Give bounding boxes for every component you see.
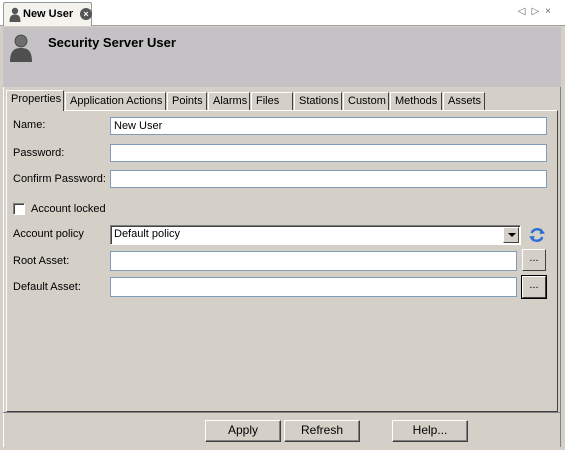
password-label: Password: bbox=[13, 147, 65, 159]
security-user-icon bbox=[10, 34, 32, 62]
close-tab-icon[interactable]: × bbox=[80, 8, 92, 20]
root-asset-browse-button[interactable]: ... bbox=[522, 249, 546, 271]
scroll-left-icon[interactable]: ◁ bbox=[518, 6, 532, 17]
tab-files[interactable]: Files bbox=[251, 92, 293, 110]
tab-alarms[interactable]: Alarms bbox=[208, 92, 250, 110]
button-bar bbox=[3, 412, 561, 448]
tab-custom[interactable]: Custom bbox=[343, 92, 389, 110]
name-input[interactable] bbox=[110, 117, 547, 135]
account-locked-label: Account locked bbox=[31, 203, 106, 215]
close-icon[interactable]: × bbox=[545, 6, 557, 17]
document-tab-strip: New User × ◁▷× bbox=[0, 0, 565, 26]
account-policy-select[interactable]: Default policy bbox=[110, 225, 521, 245]
account-policy-value: Default policy bbox=[114, 228, 181, 240]
account-locked-checkbox[interactable] bbox=[13, 203, 25, 215]
root-asset-label: Root Asset: bbox=[13, 255, 70, 267]
page-header: Security Server User bbox=[3, 27, 561, 87]
tab-assets[interactable]: Assets bbox=[443, 92, 485, 110]
tab-properties[interactable]: Properties bbox=[6, 90, 64, 111]
chevron-down-icon[interactable] bbox=[503, 227, 519, 243]
apply-button[interactable]: Apply bbox=[205, 420, 281, 442]
default-asset-label: Default Asset: bbox=[13, 281, 81, 293]
page-title: Security Server User bbox=[48, 35, 176, 50]
tab-application-actions[interactable]: Application Actions bbox=[65, 92, 166, 110]
tab-stations[interactable]: Stations bbox=[294, 92, 342, 110]
document-tab-new-user[interactable]: New User × bbox=[3, 2, 92, 26]
tab-methods[interactable]: Methods bbox=[390, 92, 442, 110]
default-asset-input[interactable] bbox=[110, 277, 517, 297]
confirm-password-label: Confirm Password: bbox=[13, 173, 106, 185]
root-asset-input[interactable] bbox=[110, 251, 517, 271]
scroll-right-icon[interactable]: ▷ bbox=[531, 6, 545, 17]
refresh-policy-icon[interactable] bbox=[528, 226, 546, 244]
confirm-password-input[interactable] bbox=[110, 170, 547, 188]
name-label: Name: bbox=[13, 119, 46, 131]
help-button[interactable]: Help... bbox=[392, 420, 468, 442]
user-icon bbox=[9, 7, 21, 22]
refresh-button[interactable]: Refresh bbox=[284, 420, 360, 442]
account-policy-label: Account policy bbox=[13, 228, 84, 240]
property-tabs: Properties Application Actions Points Al… bbox=[6, 90, 556, 111]
tab-points[interactable]: Points bbox=[167, 92, 207, 110]
password-input[interactable] bbox=[110, 144, 547, 162]
document-tab-label: New User bbox=[23, 8, 74, 20]
tab-navigation: ◁▷× bbox=[518, 6, 557, 17]
default-asset-browse-button[interactable]: ... bbox=[521, 275, 547, 299]
